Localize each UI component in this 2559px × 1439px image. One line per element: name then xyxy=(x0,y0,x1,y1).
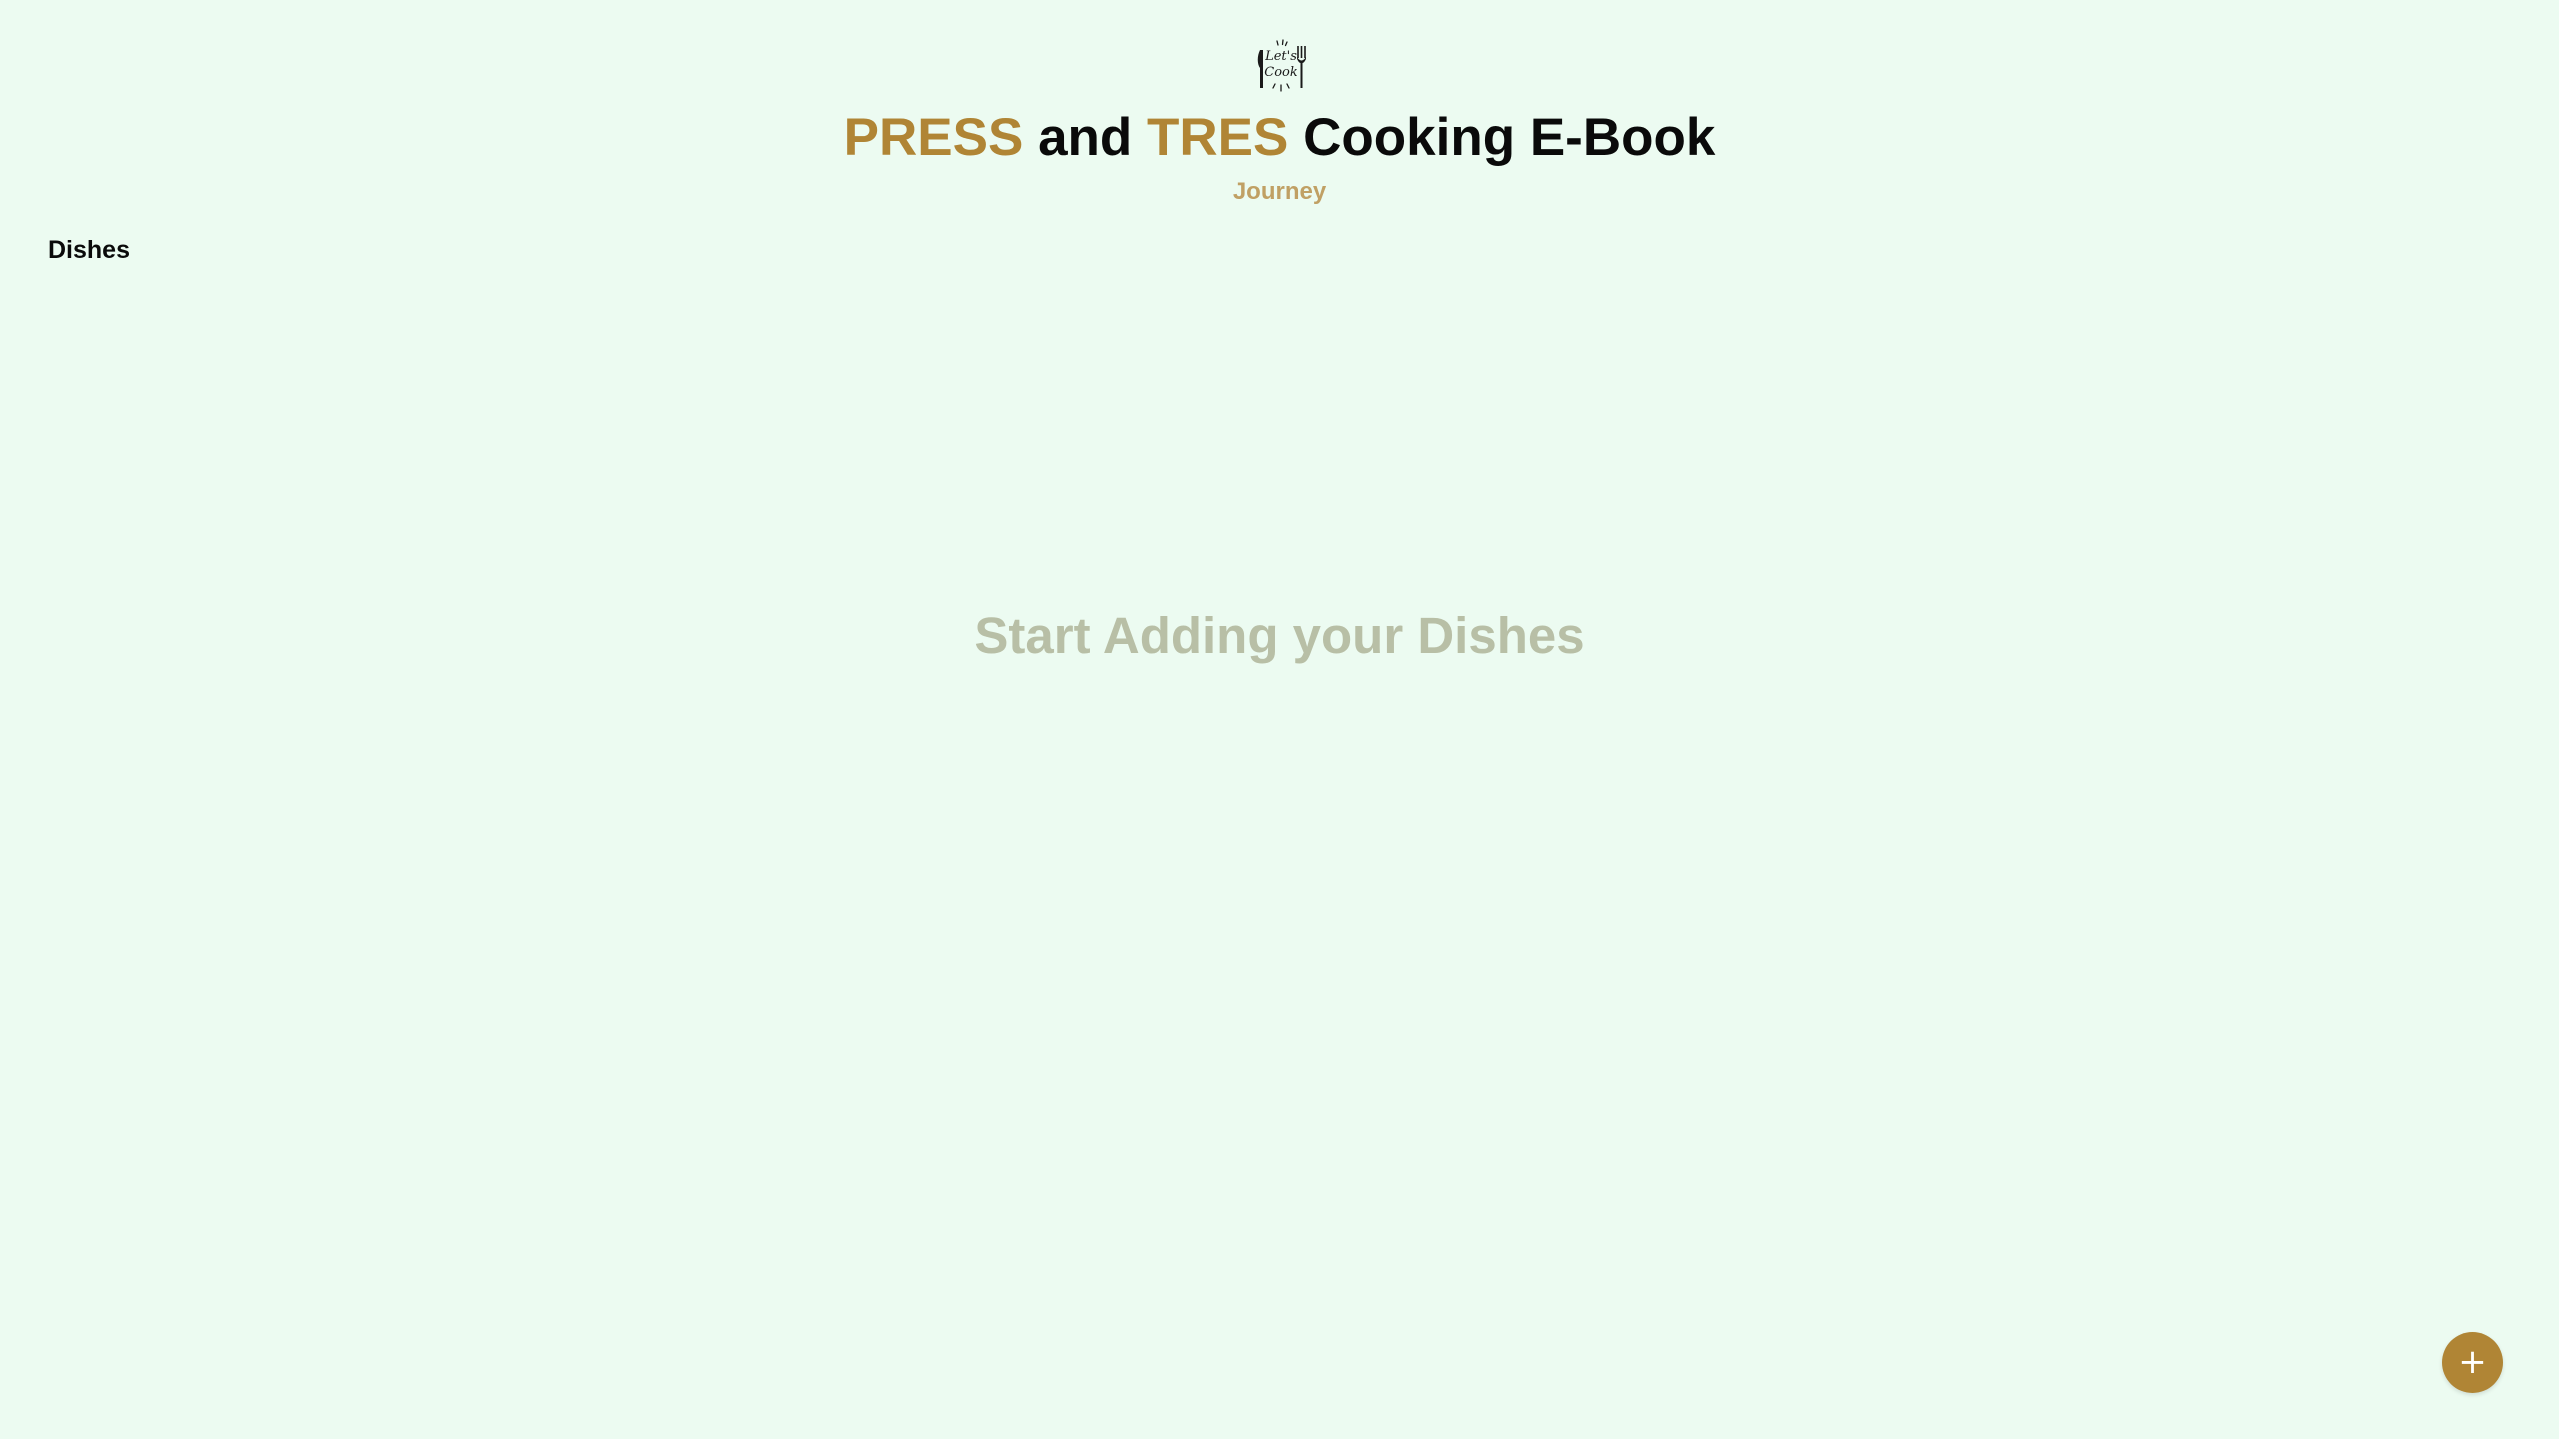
svg-text:Let's: Let's xyxy=(1264,49,1297,64)
page-subtitle: Journey xyxy=(1232,178,1327,205)
page-title: PRESS and TRES Cooking E-Book xyxy=(0,104,2559,172)
add-dish-button[interactable]: + xyxy=(2442,1332,2503,1393)
title-tres: TRES xyxy=(1147,108,1289,167)
empty-state-message: Start Adding your Dishes xyxy=(974,607,1585,664)
title-cooking-ebook: Cooking E-Book xyxy=(1288,108,1716,167)
lets-cook-logo: Let's Cook xyxy=(1253,38,1309,94)
title-press: PRESS xyxy=(843,108,1024,167)
svg-text:Cook: Cook xyxy=(1264,65,1298,80)
dishes-section-label: Dishes xyxy=(48,236,130,264)
title-and: and xyxy=(1023,108,1148,167)
plus-icon: + xyxy=(2458,1341,2487,1382)
logo-graphic: Let's Cook xyxy=(1257,39,1306,92)
